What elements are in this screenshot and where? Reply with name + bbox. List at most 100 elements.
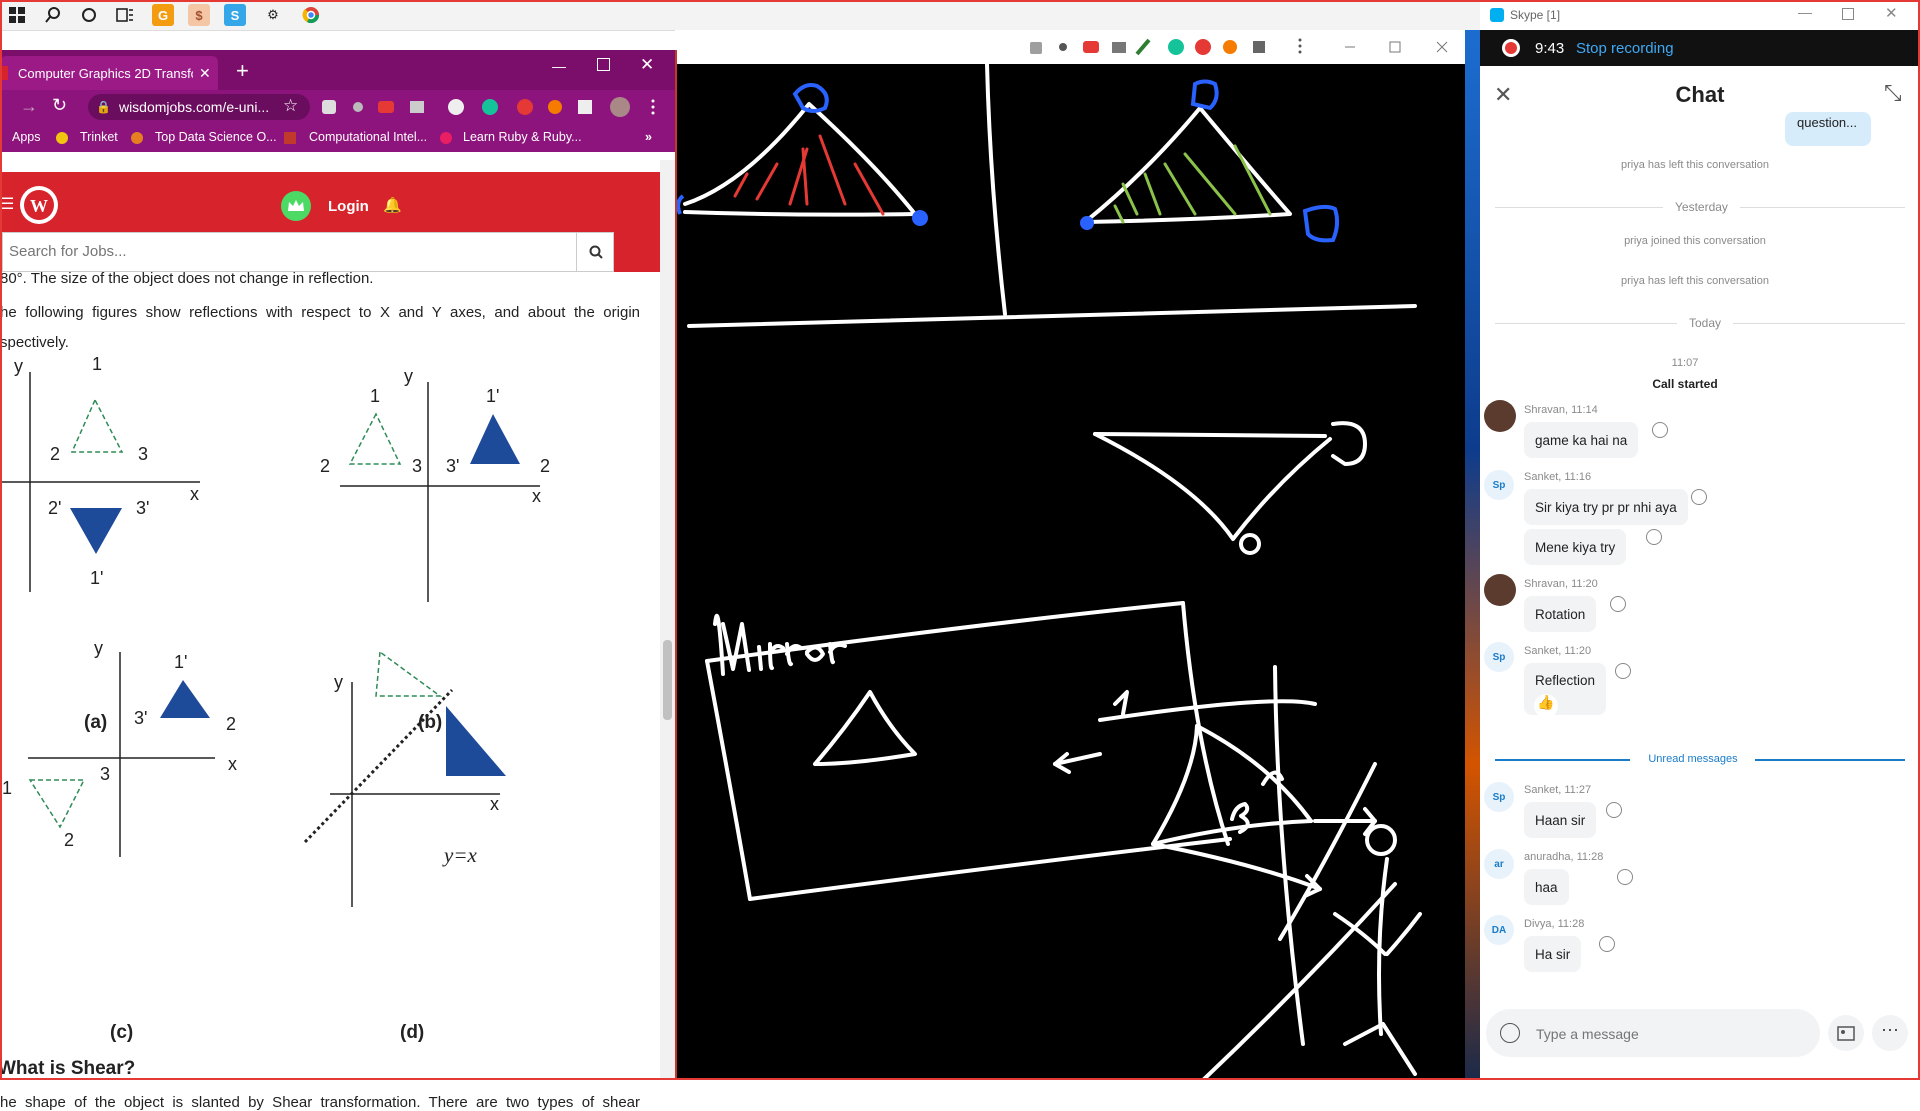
emoji-picker-icon[interactable] bbox=[1500, 1023, 1520, 1043]
message-meta: anuradha, 11:28 bbox=[1524, 851, 1604, 863]
skype-titlebar: Skype [1] — ✕ bbox=[1480, 0, 1920, 30]
bookmark-data-science[interactable]: Top Data Science O... bbox=[155, 130, 277, 144]
avatar[interactable] bbox=[1484, 400, 1516, 432]
message-meta: Shravan, 11:20 bbox=[1524, 578, 1598, 590]
message-bubble[interactable]: Sir kiya try pr pr nhi aya bbox=[1524, 489, 1688, 525]
page-scrollbar[interactable] bbox=[660, 160, 675, 1080]
svg-text:x: x bbox=[490, 794, 499, 814]
app-g-icon[interactable]: G bbox=[152, 4, 174, 26]
react-emoji-icon[interactable] bbox=[1646, 529, 1662, 545]
call-time: 11:07 bbox=[1671, 357, 1699, 369]
avatar[interactable] bbox=[1484, 574, 1516, 606]
react-emoji-icon[interactable] bbox=[1606, 802, 1622, 818]
article-content: 80°. The size of the object does not cha… bbox=[0, 272, 660, 1080]
windows-start-icon[interactable] bbox=[6, 4, 28, 26]
message-bubble[interactable]: Haan sir bbox=[1524, 802, 1597, 838]
bookmark-ruby[interactable]: Learn Ruby & Ruby... bbox=[463, 130, 582, 144]
site-favicon-icon bbox=[0, 66, 8, 80]
avatar[interactable]: DA bbox=[1484, 915, 1514, 945]
react-emoji-icon[interactable] bbox=[1610, 596, 1626, 612]
job-search-input[interactable] bbox=[3, 233, 575, 269]
skype-taskbar-icon[interactable]: S bbox=[224, 4, 246, 26]
react-emoji-icon[interactable] bbox=[1615, 663, 1631, 679]
react-emoji-icon[interactable] bbox=[1599, 936, 1615, 952]
chrome-icon[interactable] bbox=[300, 4, 322, 26]
svg-text:1': 1' bbox=[90, 568, 103, 588]
react-emoji-icon[interactable] bbox=[1691, 489, 1707, 505]
login-link[interactable]: Login bbox=[328, 198, 369, 215]
message-bubble[interactable]: game ka hai na bbox=[1524, 422, 1639, 458]
avatar[interactable]: Sp bbox=[1484, 642, 1514, 672]
new-tab-icon[interactable]: + bbox=[236, 58, 249, 84]
skype-minimize-icon[interactable]: — bbox=[1798, 4, 1812, 20]
minimize-icon[interactable]: — bbox=[552, 58, 566, 74]
site-logo-icon[interactable]: W bbox=[18, 184, 60, 226]
extension-icons[interactable] bbox=[320, 97, 660, 119]
tab-title: Computer Graphics 2D Transform bbox=[18, 65, 193, 81]
skype-window-title: Skype [1] bbox=[1510, 8, 1561, 22]
trinket-icon bbox=[56, 132, 68, 144]
bookmark-apps[interactable]: Apps bbox=[12, 130, 41, 144]
react-emoji-icon[interactable] bbox=[1652, 422, 1668, 438]
whiteboard-drawing bbox=[676, 64, 1422, 1080]
tab-active[interactable]: Computer Graphics 2D Transform ✕ bbox=[0, 56, 218, 90]
svg-text:1': 1' bbox=[174, 652, 187, 672]
svg-text:W: W bbox=[30, 196, 48, 216]
message-bubble[interactable]: Ha sir bbox=[1524, 936, 1582, 972]
skype-close-icon[interactable]: ✕ bbox=[1885, 4, 1898, 22]
forward-icon[interactable]: → bbox=[20, 96, 38, 117]
avatar[interactable]: Sp bbox=[1484, 470, 1514, 500]
bookmark-star-icon[interactable]: ☆ bbox=[283, 96, 298, 116]
svg-text:3: 3 bbox=[412, 456, 422, 476]
whiteboard-canvas[interactable] bbox=[675, 64, 1465, 1080]
skype-logo-icon bbox=[1490, 8, 1504, 22]
menu-icon[interactable]: ☰ bbox=[0, 194, 14, 213]
svg-text:1: 1 bbox=[2, 778, 12, 798]
system-message: priya has left this conversation bbox=[1621, 159, 1769, 171]
article-line-1: 80°. The size of the object does not cha… bbox=[0, 272, 374, 287]
thumbs-up-reaction-icon[interactable]: 👍 bbox=[1534, 694, 1558, 718]
tab-close-icon[interactable]: ✕ bbox=[199, 65, 211, 82]
url-bar[interactable]: 🔒 wisdomjobs.com/e-uni... bbox=[88, 94, 310, 120]
system-message: priya has left this conversation bbox=[1621, 275, 1769, 287]
message-bubble[interactable]: Rotation bbox=[1524, 596, 1597, 632]
maximize-icon[interactable] bbox=[597, 58, 610, 71]
svg-text:x: x bbox=[190, 484, 199, 504]
svg-text:2: 2 bbox=[320, 456, 330, 476]
expand-icon[interactable]: ⤡ bbox=[1884, 80, 1902, 106]
cortana-icon[interactable] bbox=[78, 4, 100, 26]
bookmark-trinket[interactable]: Trinket bbox=[80, 130, 118, 144]
lock-icon: 🔒 bbox=[96, 100, 111, 114]
reload-icon[interactable]: ↻ bbox=[52, 95, 67, 116]
message-bubble[interactable]: haa bbox=[1524, 869, 1569, 905]
avatar[interactable]: Sp bbox=[1484, 782, 1514, 812]
stop-recording-button[interactable]: Stop recording bbox=[1576, 40, 1674, 57]
svg-text:x: x bbox=[532, 486, 541, 506]
tab-strip: Computer Graphics 2D Transform ✕ + — ✕ bbox=[0, 50, 675, 90]
more-options-icon[interactable]: ⋯ bbox=[1872, 1015, 1908, 1051]
message-bubble[interactable]: Mene kiya try bbox=[1524, 529, 1627, 565]
record-icon bbox=[1502, 39, 1520, 57]
omnibox-bar: → ↻ 🔒 wisdomjobs.com/e-uni... ☆ bbox=[0, 90, 675, 124]
skype-maximize-icon[interactable] bbox=[1842, 8, 1854, 20]
scrollbar-thumb[interactable] bbox=[663, 640, 672, 720]
svg-text:y: y bbox=[94, 638, 103, 658]
svg-text:y: y bbox=[14, 356, 23, 376]
search-button[interactable] bbox=[576, 233, 614, 271]
notification-bell-icon[interactable]: 🔔 bbox=[383, 196, 402, 214]
chat-title: Chat bbox=[1675, 82, 1725, 107]
svg-text:2': 2' bbox=[48, 498, 61, 518]
media-gallery-button[interactable] bbox=[1828, 1015, 1864, 1051]
bookmark-comp-intel[interactable]: Computational Intel... bbox=[309, 130, 427, 144]
close-window-icon[interactable]: ✕ bbox=[640, 55, 654, 75]
settings-gear-icon[interactable]: ⚙ bbox=[262, 4, 284, 26]
svg-text:2: 2 bbox=[50, 444, 60, 464]
svg-text:3': 3' bbox=[446, 456, 459, 476]
more-bookmarks-icon[interactable]: » bbox=[645, 130, 652, 144]
task-view-icon[interactable] bbox=[114, 4, 136, 26]
search-icon[interactable] bbox=[42, 4, 64, 26]
app-s-icon[interactable]: $ bbox=[188, 4, 210, 26]
avatar[interactable]: ar bbox=[1484, 849, 1514, 879]
message-input[interactable] bbox=[1534, 1017, 1808, 1051]
react-emoji-icon[interactable] bbox=[1617, 869, 1633, 885]
